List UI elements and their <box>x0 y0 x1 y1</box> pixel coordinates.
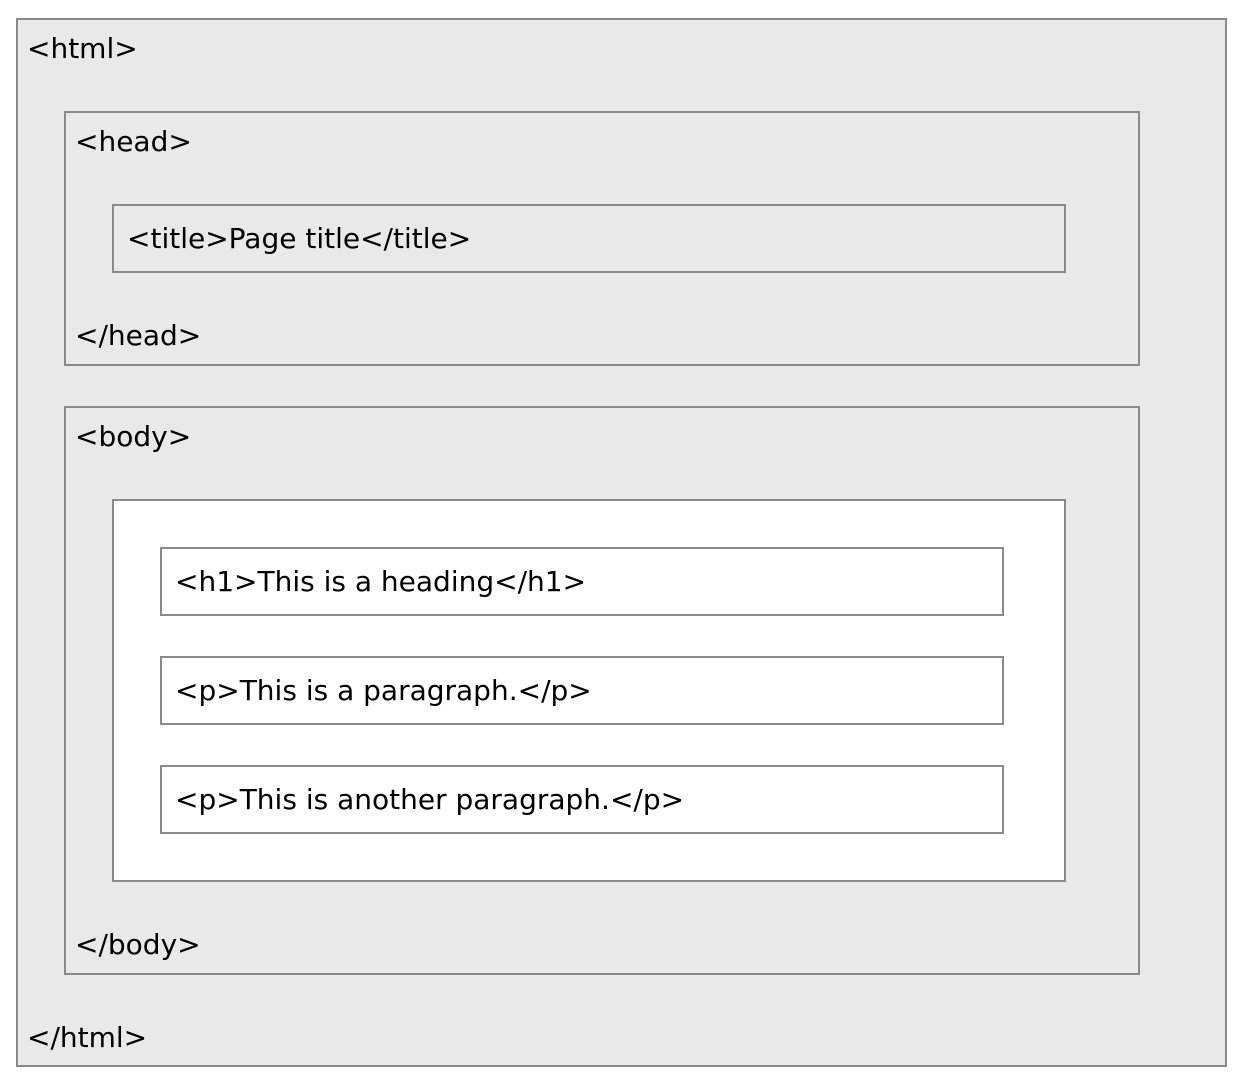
title-element-box: <title>Page title</title> <box>112 204 1066 273</box>
p-element-box: <p>This is a paragraph.</p> <box>160 656 1004 725</box>
head-open-tag: <head> <box>75 125 192 158</box>
body-open-tag: <body> <box>75 420 192 453</box>
head-close-tag: </head> <box>75 319 202 352</box>
html-close-tag: </html> <box>27 1021 148 1054</box>
body-close-tag: </body> <box>75 928 201 961</box>
p-element-label: <p>This is another paragraph.</p> <box>175 782 685 816</box>
title-element-label: <title>Page title</title> <box>127 221 472 255</box>
h1-element-label: <h1>This is a heading</h1> <box>175 564 587 598</box>
p-element-box: <p>This is another paragraph.</p> <box>160 765 1004 834</box>
p-element-label: <p>This is a paragraph.</p> <box>175 673 592 707</box>
h1-element-box: <h1>This is a heading</h1> <box>160 547 1004 616</box>
html-open-tag: <html> <box>27 32 138 65</box>
